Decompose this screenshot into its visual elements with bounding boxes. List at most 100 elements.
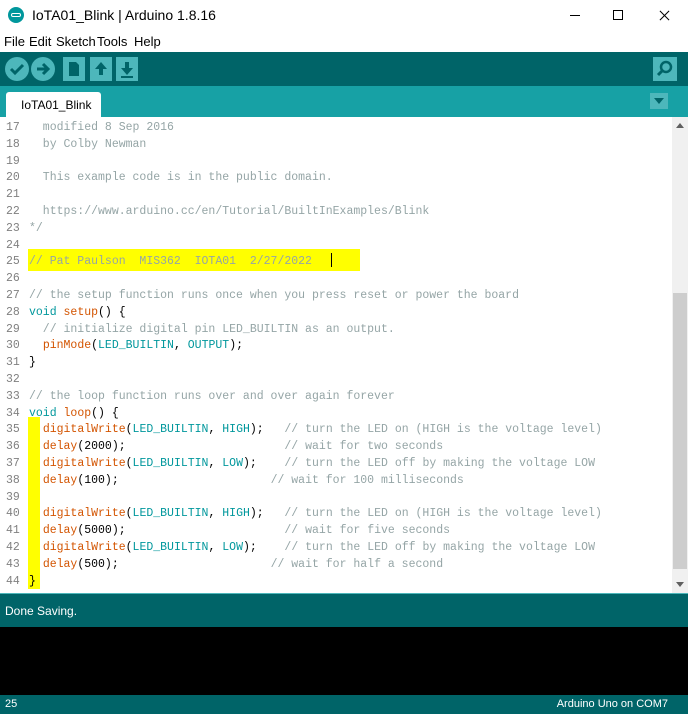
toolbar: [0, 52, 688, 86]
code-line[interactable]: 35 digitalWrite(LED_BUILTIN, HIGH); // t…: [0, 421, 672, 438]
arduino-logo-icon: [8, 7, 24, 23]
code-line[interactable]: 38 delay(100); // wait for 100 milliseco…: [0, 472, 672, 489]
code-token: digitalWrite: [42, 423, 126, 437]
new-file-icon: [69, 62, 79, 76]
save-arrow-down-icon: [121, 62, 133, 78]
code-token: (500);: [77, 557, 271, 571]
code-line[interactable]: 43 delay(500); // wait for half a second: [0, 556, 672, 573]
menu-tools[interactable]: Tools: [97, 34, 127, 49]
code-token: delay: [42, 473, 78, 487]
menu-edit[interactable]: Edit: [29, 34, 51, 49]
scroll-thumb[interactable]: [673, 293, 687, 569]
serial-monitor-button[interactable]: [653, 57, 677, 81]
code-line[interactable]: 41 delay(5000); // wait for five seconds: [0, 522, 672, 539]
code-line[interactable]: 21: [0, 186, 672, 203]
code-text: digitalWrite(LED_BUILTIN, LOW); // turn …: [29, 539, 595, 556]
code-token: HIGH: [222, 507, 250, 521]
code-line[interactable]: 30 pinMode(LED_BUILTIN, OUTPUT);: [0, 337, 672, 354]
open-sketch-button[interactable]: [90, 57, 112, 81]
current-line-number: 25: [5, 698, 18, 710]
code-line[interactable]: 37 digitalWrite(LED_BUILTIN, LOW); // tu…: [0, 455, 672, 472]
code-token: (100);: [77, 473, 271, 487]
line-number: 35: [6, 423, 20, 437]
code-token: ,: [173, 339, 188, 353]
code-text: delay(500); // wait for half a second: [29, 556, 443, 573]
code-line[interactable]: 40 digitalWrite(LED_BUILTIN, HIGH); // t…: [0, 505, 672, 522]
line-number: 26: [6, 272, 20, 286]
code-token: (2000);: [77, 440, 285, 454]
code-text: // the setup function runs once when you…: [29, 287, 519, 304]
code-line[interactable]: 19: [0, 153, 672, 170]
line-number: 19: [6, 154, 20, 168]
code-line[interactable]: 39: [0, 489, 672, 506]
code-line[interactable]: 44}: [0, 573, 672, 590]
code-line[interactable]: 22 https://www.arduino.cc/en/Tutorial/Bu…: [0, 203, 672, 220]
code-line[interactable]: 36 delay(2000); // wait for two seconds: [0, 438, 672, 455]
code-token: void: [29, 305, 57, 319]
code-line[interactable]: 27 // the setup function runs once when y…: [0, 287, 672, 304]
code-line[interactable]: 26: [0, 270, 672, 287]
tab-bar: IoTA01_Blink: [0, 86, 688, 117]
code-text: // Pat Paulson MIS362 IOTA01 2/27/2022: [29, 253, 319, 270]
code-line[interactable]: 17 modified 8 Sep 2016: [0, 119, 672, 136]
code-line[interactable]: 23 */: [0, 220, 672, 237]
code-line[interactable]: 24: [0, 237, 672, 254]
code-token: );: [229, 339, 243, 353]
line-number: 22: [6, 205, 20, 218]
tab-iota01-blink[interactable]: IoTA01_Blink: [6, 92, 101, 117]
code-token: );: [243, 541, 285, 554]
code-line[interactable]: 31}: [0, 354, 672, 371]
save-sketch-button[interactable]: [116, 57, 138, 81]
menu-help[interactable]: Help: [134, 34, 161, 49]
code-token: by Colby Newman: [29, 137, 147, 151]
code-text: digitalWrite(LED_BUILTIN, HIGH); // turn…: [29, 505, 602, 522]
code-token: (: [125, 457, 133, 470]
code-token: LED_BUILTIN: [132, 507, 209, 521]
editor-scrollbar[interactable]: [672, 117, 688, 593]
code-token: // wait for five seconds: [284, 524, 451, 538]
code-text: // the loop function runs over and over …: [29, 388, 395, 405]
code-line[interactable]: 33 // the loop function runs over and ove…: [0, 388, 672, 405]
code-line[interactable]: 32: [0, 371, 672, 388]
console-output[interactable]: [0, 627, 688, 695]
code-line[interactable]: 20 This example code is in the public do…: [0, 169, 672, 186]
line-number: 37: [6, 457, 20, 470]
upload-button[interactable]: [31, 57, 55, 81]
tab-label: IoTA01_Blink: [21, 98, 92, 112]
code-line[interactable]: 42 digitalWrite(LED_BUILTIN, LOW); // tu…: [0, 539, 672, 556]
magnifier-icon: [656, 60, 673, 77]
menu-file[interactable]: File: [4, 34, 25, 49]
line-number: 33: [6, 389, 20, 403]
verify-button[interactable]: [5, 57, 29, 81]
code-token: // turn the LED on (HIGH is the voltage …: [284, 423, 602, 437]
open-arrow-up-icon: [95, 62, 107, 75]
code-editor[interactable]: 17 modified 8 Sep 2016 18 by Colby Newman…: [0, 117, 672, 593]
code-token: digitalWrite: [42, 457, 126, 470]
scroll-down-arrow-icon[interactable]: [672, 576, 688, 593]
maximize-button[interactable]: [596, 0, 642, 32]
line-number: 27: [6, 289, 20, 302]
code-token: delay: [42, 440, 78, 454]
line-number: 24: [6, 238, 20, 252]
line-number: 39: [6, 490, 20, 504]
close-button[interactable]: [642, 0, 688, 32]
menu-sketch[interactable]: Sketch: [56, 34, 96, 49]
code-line[interactable]: 28 void setup() {: [0, 304, 672, 321]
code-line[interactable]: 25 // Pat Paulson MIS362 IOTA01 2/27/2022: [0, 253, 672, 270]
code-line[interactable]: 18 by Colby Newman: [0, 136, 672, 153]
new-sketch-button[interactable]: [63, 57, 85, 81]
code-line[interactable]: 34 void loop() {: [0, 405, 672, 422]
code-token: ,: [208, 541, 223, 554]
minimize-button[interactable]: [552, 0, 598, 32]
code-token: delay: [42, 524, 78, 538]
code-token: modified 8 Sep 2016: [29, 121, 174, 134]
tab-menu-dropdown-icon[interactable]: [650, 93, 668, 109]
code-text: delay(2000); // wait for two seconds: [29, 438, 443, 455]
code-line[interactable]: 29 // initialize digital pin LED_BUILTIN…: [0, 321, 672, 338]
scroll-up-arrow-icon[interactable]: [672, 117, 688, 134]
